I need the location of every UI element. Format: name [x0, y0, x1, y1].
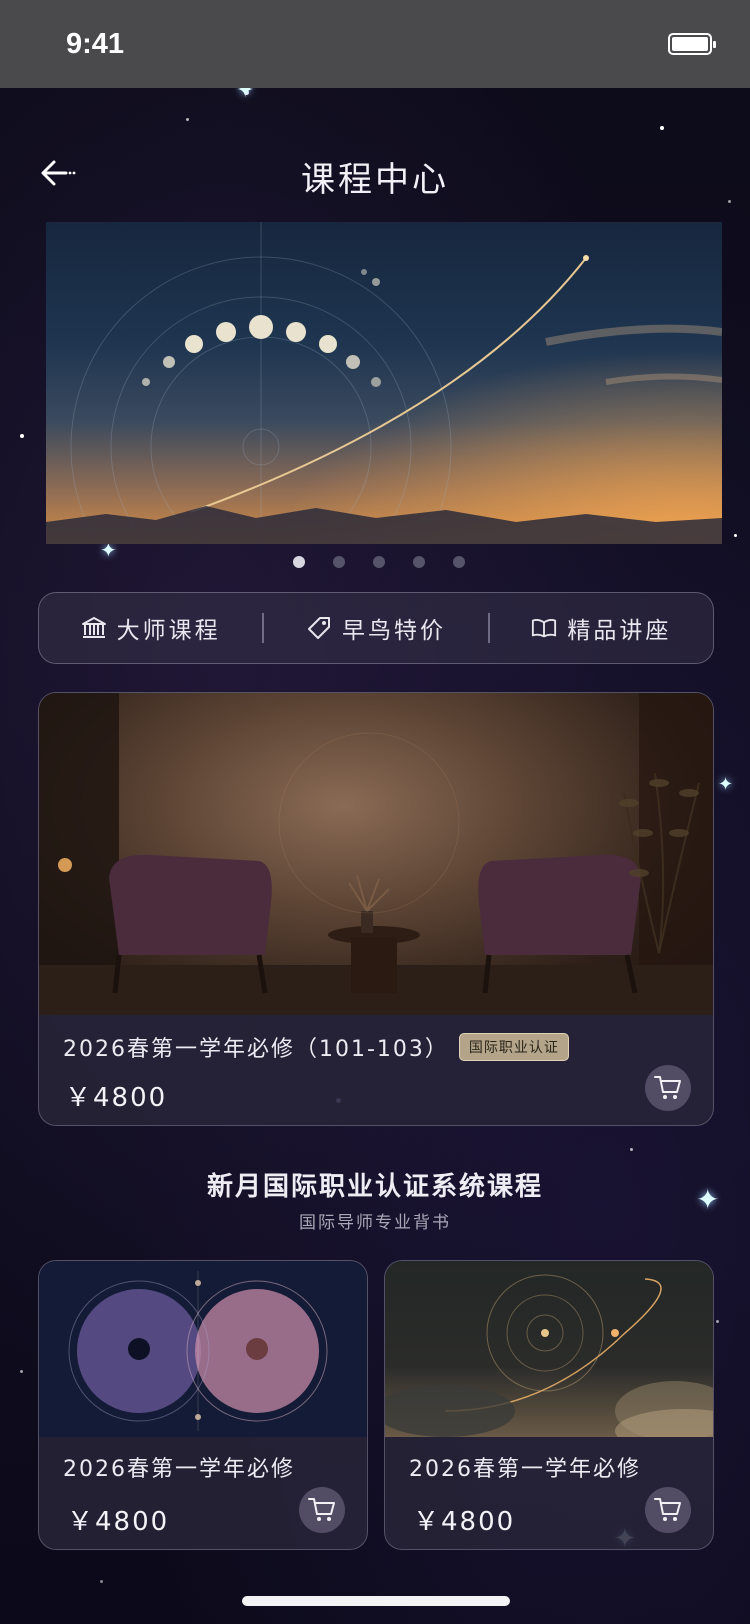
nav-bar: 课程中心: [0, 140, 750, 210]
star: [630, 1148, 633, 1151]
carousel-indicator: [0, 556, 750, 568]
institution-icon: [81, 615, 107, 641]
page-title: 课程中心: [301, 160, 449, 200]
certification-badge: 国际职业认证: [458, 1033, 569, 1061]
category-label: 精品讲座: [567, 618, 672, 644]
hero-banner[interactable]: [46, 222, 722, 544]
course-title: 2026春第一学年必修: [409, 1457, 641, 1482]
status-time: 9:41: [66, 27, 125, 60]
course-price: ￥4800: [413, 1507, 516, 1537]
category-early-bird[interactable]: 早鸟特价: [264, 611, 487, 645]
section-title: 新月国际职业认证系统课程: [206, 1172, 543, 1202]
home-indicator[interactable]: [242, 1596, 510, 1606]
course-title-row: 2026春第一学年必修（101-103） 国际职业认证: [63, 1031, 569, 1063]
carousel-dot[interactable]: [293, 556, 305, 568]
star: [20, 1370, 23, 1373]
category-label: 大师课程: [116, 618, 221, 644]
course-price: ￥4800: [67, 1507, 170, 1537]
status-bar: 9:41: [0, 0, 750, 88]
course-image: [39, 1261, 367, 1437]
star: [100, 1580, 103, 1583]
star: [20, 434, 24, 438]
course-card[interactable]: 2026春第一学年必修 ￥4800: [384, 1260, 714, 1550]
battery-icon: [668, 33, 716, 55]
category-lectures[interactable]: 精品讲座: [490, 611, 713, 645]
course-title: 2026春第一学年必修: [63, 1457, 295, 1482]
category-label: 早鸟特价: [341, 618, 446, 644]
add-to-cart-button[interactable]: [299, 1487, 345, 1533]
carousel-dot[interactable]: [333, 556, 345, 568]
category-bar: 大师课程 早鸟特价 精品讲座: [38, 592, 714, 664]
course-title: 2026春第一学年必修（101-103）: [63, 1037, 449, 1062]
star: [734, 534, 737, 537]
open-book-icon: [531, 615, 557, 641]
course-image: [385, 1261, 713, 1437]
star: [186, 118, 189, 121]
course-card[interactable]: 2026春第一学年必修 ￥4800: [38, 1260, 368, 1550]
cart-icon: [654, 1076, 681, 1099]
sparkle-star: ✦: [718, 774, 734, 795]
carousel-dot[interactable]: [453, 556, 465, 568]
cart-icon: [654, 1498, 681, 1521]
section-subtitle: 国际导师专业背书: [299, 1213, 451, 1233]
cart-icon: [308, 1498, 335, 1521]
course-image: [39, 693, 713, 1015]
add-to-cart-button[interactable]: [645, 1487, 691, 1533]
carousel-dot[interactable]: [413, 556, 425, 568]
price-tag-icon: [306, 615, 332, 641]
add-to-cart-button[interactable]: [645, 1065, 691, 1111]
star: [660, 126, 664, 130]
course-price: ￥4800: [65, 1083, 168, 1113]
carousel-dot[interactable]: [373, 556, 385, 568]
category-master-courses[interactable]: 大师课程: [39, 611, 262, 645]
featured-course-card[interactable]: 2026春第一学年必修（101-103） 国际职业认证 ￥4800: [38, 692, 714, 1126]
star: [716, 1320, 719, 1323]
